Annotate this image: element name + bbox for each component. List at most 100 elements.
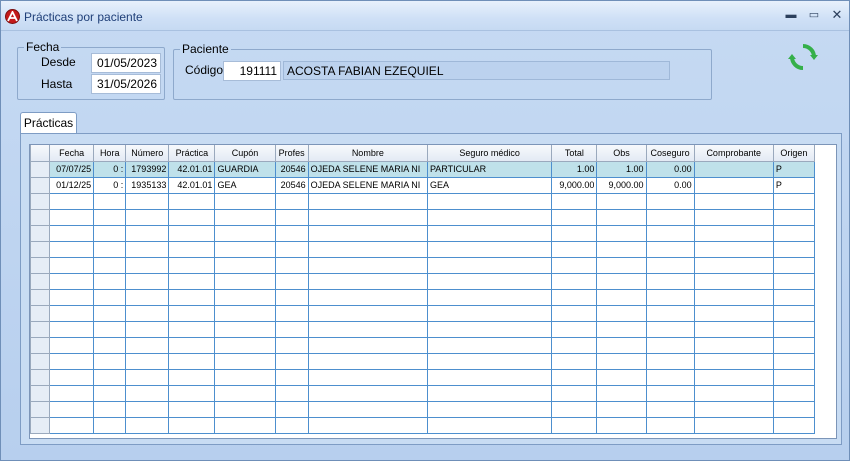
table-cell[interactable] — [93, 416, 127, 434]
table-cell[interactable] — [307, 304, 428, 322]
table-cell[interactable] — [214, 240, 276, 258]
row-selector[interactable] — [30, 272, 51, 290]
table-cell[interactable] — [307, 400, 428, 418]
table-cell[interactable] — [125, 416, 170, 434]
table-cell[interactable] — [93, 240, 127, 258]
table-cell[interactable] — [214, 336, 276, 354]
table-cell[interactable] — [214, 320, 276, 338]
column-header[interactable]: Práctica — [168, 145, 216, 162]
row-selector[interactable] — [30, 336, 51, 354]
table-cell[interactable] — [426, 208, 553, 226]
table-cell[interactable] — [125, 208, 170, 226]
table-cell[interactable] — [125, 384, 170, 402]
table-cell[interactable] — [307, 208, 428, 226]
table-cell[interactable] — [214, 272, 276, 290]
table-cell[interactable] — [168, 192, 216, 210]
table-cell[interactable] — [596, 224, 647, 242]
column-header[interactable]: Comprobante — [693, 145, 774, 162]
column-header[interactable]: Total — [551, 145, 598, 162]
table-cell[interactable] — [125, 304, 170, 322]
table-row[interactable] — [30, 304, 816, 322]
table-cell[interactable] — [645, 352, 695, 370]
table-cell[interactable] — [274, 320, 309, 338]
codigo-input[interactable]: 191111 — [223, 61, 281, 81]
table-cell[interactable] — [426, 304, 553, 322]
table-cell[interactable] — [307, 336, 428, 354]
table-cell[interactable] — [693, 400, 774, 418]
table-cell[interactable] — [551, 288, 598, 306]
tab-practicas[interactable]: Prácticas — [20, 112, 77, 134]
table-cell[interactable] — [93, 256, 127, 274]
table-cell[interactable] — [307, 416, 428, 434]
table-cell[interactable] — [426, 384, 553, 402]
table-cell[interactable] — [274, 352, 309, 370]
table-cell[interactable] — [693, 240, 774, 258]
row-selector[interactable] — [30, 288, 51, 306]
column-header[interactable]: Coseguro — [645, 145, 695, 162]
table-cell[interactable] — [274, 256, 309, 274]
table-cell[interactable] — [772, 192, 816, 210]
table-cell[interactable] — [693, 416, 774, 434]
table-cell[interactable] — [693, 384, 774, 402]
table-cell[interactable] — [645, 256, 695, 274]
table-cell[interactable] — [772, 240, 816, 258]
table-cell[interactable] — [596, 368, 647, 386]
table-cell[interactable] — [93, 336, 127, 354]
table-cell[interactable] — [49, 368, 95, 386]
table-cell[interactable] — [551, 352, 598, 370]
table-cell[interactable] — [168, 224, 216, 242]
table-cell[interactable] — [772, 288, 816, 306]
table-cell[interactable] — [49, 336, 95, 354]
table-cell[interactable] — [125, 256, 170, 274]
table-cell[interactable] — [274, 192, 309, 210]
table-cell[interactable] — [551, 304, 598, 322]
table-cell[interactable] — [693, 272, 774, 290]
table-cell[interactable] — [93, 208, 127, 226]
table-cell[interactable] — [551, 224, 598, 242]
table-cell[interactable] — [551, 208, 598, 226]
desde-date-input[interactable]: 01/05/2023 — [91, 53, 161, 73]
table-cell[interactable] — [168, 336, 216, 354]
row-selector[interactable] — [30, 192, 51, 210]
table-cell[interactable] — [168, 384, 216, 402]
table-cell[interactable]: 01/12/25 — [49, 176, 95, 194]
table-cell[interactable] — [551, 368, 598, 386]
table-cell[interactable] — [645, 208, 695, 226]
table-cell[interactable] — [307, 352, 428, 370]
table-cell[interactable] — [645, 320, 695, 338]
table-cell[interactable] — [214, 192, 276, 210]
table-cell[interactable] — [772, 256, 816, 274]
table-cell[interactable]: 20546 — [274, 176, 309, 194]
table-row[interactable] — [30, 336, 816, 354]
table-cell[interactable] — [307, 256, 428, 274]
table-cell[interactable]: 42.01.01 — [168, 160, 216, 178]
table-cell[interactable] — [125, 272, 170, 290]
table-row[interactable] — [30, 272, 816, 290]
table-cell[interactable] — [307, 384, 428, 402]
table-cell[interactable] — [645, 240, 695, 258]
row-selector[interactable] — [30, 384, 51, 402]
table-cell[interactable] — [274, 384, 309, 402]
table-cell[interactable] — [551, 320, 598, 338]
row-selector[interactable] — [30, 256, 51, 274]
table-cell[interactable] — [596, 416, 647, 434]
table-cell[interactable] — [49, 384, 95, 402]
table-cell[interactable]: 1.00 — [596, 160, 647, 178]
table-cell[interactable] — [168, 208, 216, 226]
table-cell[interactable] — [168, 368, 216, 386]
practicas-grid[interactable]: Fecha Hora Número Práctica Cupón Profes Nombre… — [29, 144, 837, 439]
table-cell[interactable] — [168, 240, 216, 258]
table-cell[interactable] — [93, 272, 127, 290]
table-cell[interactable] — [93, 224, 127, 242]
table-cell[interactable] — [214, 288, 276, 306]
table-cell[interactable] — [168, 352, 216, 370]
table-cell[interactable]: P — [772, 160, 816, 178]
table-cell[interactable] — [772, 208, 816, 226]
row-selector[interactable] — [30, 368, 51, 386]
table-cell[interactable] — [772, 400, 816, 418]
table-cell[interactable]: 0 : — [93, 160, 127, 178]
table-cell[interactable] — [168, 320, 216, 338]
table-cell[interactable] — [551, 336, 598, 354]
table-cell[interactable] — [125, 368, 170, 386]
table-cell[interactable] — [426, 240, 553, 258]
